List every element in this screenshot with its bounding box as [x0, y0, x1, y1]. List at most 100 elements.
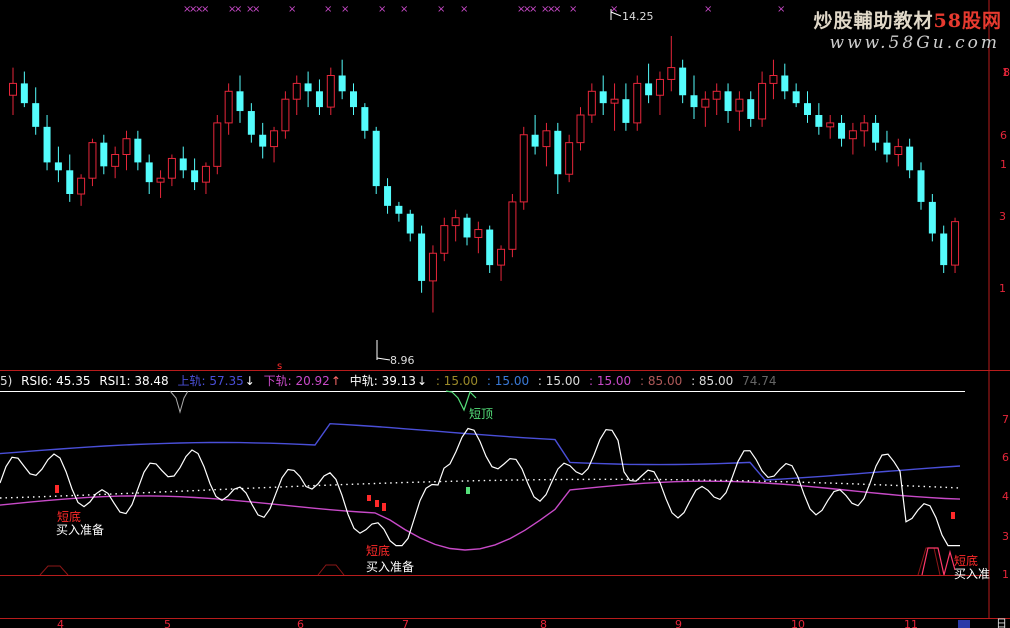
candle — [20, 71, 28, 108]
candle — [338, 59, 346, 100]
candle — [213, 115, 222, 175]
price-axis-tick: 1 — [1000, 158, 1007, 171]
candle — [463, 213, 471, 246]
date-tick: 5 — [164, 618, 171, 628]
event-marker: × — [400, 4, 408, 15]
signal-label-buy-ready: 买入准备 — [366, 560, 414, 574]
candle — [440, 217, 449, 262]
indicator-axis-tick: 4 — [1002, 490, 1009, 503]
event-marker: × — [569, 4, 577, 15]
candle — [622, 83, 630, 131]
candle — [9, 67, 17, 115]
candle — [758, 71, 767, 127]
candle — [281, 91, 290, 139]
signal-label-low: 短底 — [366, 543, 390, 558]
signal-bar — [382, 503, 386, 511]
level-value: : 85.00 — [691, 374, 734, 388]
date-tick: 8 — [540, 618, 547, 628]
candle — [894, 138, 903, 167]
candle — [951, 217, 960, 273]
candle — [679, 59, 687, 104]
middle-band-value: 中轨: 39.13 — [349, 374, 416, 388]
candle — [712, 83, 721, 115]
candle — [43, 115, 51, 171]
candle — [224, 83, 233, 135]
candle — [667, 36, 676, 92]
stock-chart[interactable]: ×××× ×× ×× × × × × × × × ××× ××× × × × × 14.25 8.96 1 8… — [0, 0, 1010, 628]
signal-bar — [466, 487, 470, 494]
candle — [599, 75, 607, 115]
candle — [292, 75, 301, 115]
signal-bar — [367, 495, 371, 501]
candle — [191, 158, 199, 191]
date-tick: 9 — [675, 618, 682, 628]
candle — [633, 75, 642, 131]
event-marker: × — [341, 4, 349, 15]
price-axis-tick: 1 — [999, 282, 1006, 295]
candle — [361, 103, 369, 139]
indicator-axis: 7 6 4 3 1 — [1002, 413, 1009, 581]
level-value: : 15.00 — [537, 374, 581, 388]
top-event-markers: ×××× ×× ×× × × × × × × × ××× ××× × × × × — [183, 4, 785, 15]
candle — [486, 225, 494, 273]
left-spike — [169, 390, 189, 414]
candle — [838, 115, 846, 147]
event-marker: × — [704, 4, 712, 15]
candle — [315, 79, 323, 115]
event-marker: × — [252, 4, 260, 15]
candle — [145, 154, 153, 194]
candle — [451, 209, 460, 242]
candle — [519, 126, 528, 210]
indicator-header: 5) RSI6: 45.35 RSI1: 38.48 上轨: 57.35↓ 下轨… — [0, 374, 777, 388]
period-label[interactable]: 日 — [996, 617, 1007, 628]
price-axis-tick: 6 — [1000, 129, 1007, 142]
level-value: : 15.00 — [588, 374, 632, 388]
signal-label-buy-ready-cut: 买入准 — [954, 567, 990, 581]
level-value: : 85.00 — [640, 374, 683, 388]
event-marker: × — [378, 4, 386, 15]
candle — [940, 225, 948, 273]
candle — [655, 71, 664, 115]
candle — [66, 154, 74, 202]
header-prefix: 5) — [0, 374, 13, 388]
top-marker-red: s — [277, 361, 282, 372]
candle — [804, 91, 811, 123]
candle — [54, 146, 62, 183]
signal-label-short-top: 短顶 — [469, 407, 493, 421]
high-price-label: 14.25 — [622, 10, 654, 23]
candle — [554, 122, 562, 194]
candle — [474, 221, 483, 254]
candle — [350, 83, 357, 115]
candle — [872, 115, 880, 151]
event-marker: × — [324, 4, 332, 15]
candle — [372, 126, 380, 194]
candle — [134, 130, 142, 171]
signal-bar — [55, 485, 59, 493]
candle — [156, 170, 165, 198]
candle — [326, 67, 335, 115]
low-price-label: 8.96 — [390, 354, 415, 367]
indicator-axis-tick: 7 — [1002, 413, 1009, 426]
candle — [781, 63, 789, 100]
candle — [418, 225, 426, 293]
oversold-trough — [921, 547, 956, 576]
candle — [201, 162, 210, 194]
level-value: : 15.00 — [435, 374, 479, 388]
date-tick: 4 — [57, 618, 64, 628]
candle — [122, 130, 131, 171]
signal-label-low: 短底 — [954, 553, 978, 568]
scroll-thumb[interactable] — [958, 620, 970, 628]
lower-band-line — [0, 480, 961, 551]
candle — [32, 87, 40, 135]
signal-bars — [55, 485, 955, 519]
candle — [610, 83, 619, 131]
candle — [769, 59, 778, 100]
price-axis-tick: 8 — [1003, 66, 1010, 79]
middle-band-line — [0, 478, 961, 499]
watermark-brand: 炒股輔助教材58股网 — [813, 10, 1002, 32]
candle — [747, 91, 755, 127]
signal-bar — [951, 512, 955, 519]
candle — [508, 194, 517, 258]
candle — [542, 122, 551, 167]
candle — [88, 138, 97, 187]
